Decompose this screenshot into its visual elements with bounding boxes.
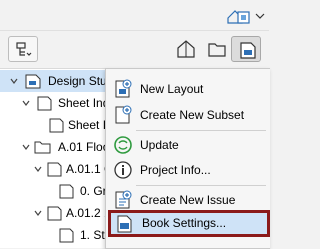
menu-item-update[interactable]: Update <box>106 133 270 157</box>
menu-separator <box>136 130 266 131</box>
project-map-button[interactable] <box>170 36 200 62</box>
new-subset-icon <box>115 105 132 124</box>
tree-row-label: A.01 Floo <box>58 140 110 154</box>
info-icon <box>114 161 132 179</box>
menu-item-label: Book Settings... <box>142 216 227 230</box>
chevron-down-icon[interactable] <box>34 209 42 217</box>
menu-item-project-info[interactable]: Project Info... <box>106 158 270 182</box>
sheet-icon <box>49 118 64 133</box>
sheet-icon <box>47 162 62 177</box>
view-map-button[interactable] <box>201 36 231 62</box>
new-issue-icon <box>115 190 132 209</box>
menu-item-label: Update <box>140 138 179 152</box>
context-menu: New Layout Create New Subset Update Proj… <box>105 68 270 249</box>
layout-book-dropdown-button[interactable] <box>226 4 266 26</box>
chevron-down-icon[interactable] <box>10 77 18 85</box>
chevron-down-icon[interactable] <box>22 99 30 107</box>
tree-options-icon <box>16 42 32 56</box>
layout-book-icon <box>227 10 265 24</box>
chevron-down-icon[interactable] <box>34 165 42 173</box>
menu-item-book-settings[interactable]: Book Settings... <box>108 210 270 237</box>
menu-item-label: Project Info... <box>140 163 211 177</box>
drawing-icon <box>59 184 74 199</box>
folder-icon <box>34 141 51 154</box>
tree-row-label: Design Stu <box>48 74 107 88</box>
menu-item-create-new-issue[interactable]: Create New Issue <box>106 188 270 212</box>
layout-book-icon <box>25 74 41 89</box>
sheet-icon <box>37 96 52 111</box>
book-icon <box>240 42 256 59</box>
chevron-down-icon[interactable] <box>22 143 30 151</box>
drawing-icon <box>59 228 74 243</box>
menu-item-label: Create New Issue <box>140 193 236 207</box>
book-settings-icon <box>117 215 132 233</box>
new-layout-icon <box>115 79 132 98</box>
menu-item-new-layout[interactable]: New Layout <box>106 77 270 101</box>
menu-item-label: New Layout <box>140 82 204 96</box>
layout-book-button[interactable] <box>231 36 261 62</box>
folder-icon <box>208 43 226 57</box>
sheet-icon <box>47 206 62 221</box>
tree-row-label: Sheet Ind <box>58 96 110 110</box>
top-bar <box>0 0 269 30</box>
menu-item-create-new-subset[interactable]: Create New Subset <box>106 103 270 127</box>
navigator-toolbar <box>0 30 269 69</box>
tree-row-label: A.01.2 1 <box>66 206 111 220</box>
menu-separator <box>136 185 266 186</box>
house-icon <box>177 40 195 58</box>
menu-item-label: Create New Subset <box>140 108 245 122</box>
update-icon <box>114 136 132 154</box>
view-options-button[interactable] <box>8 36 38 62</box>
